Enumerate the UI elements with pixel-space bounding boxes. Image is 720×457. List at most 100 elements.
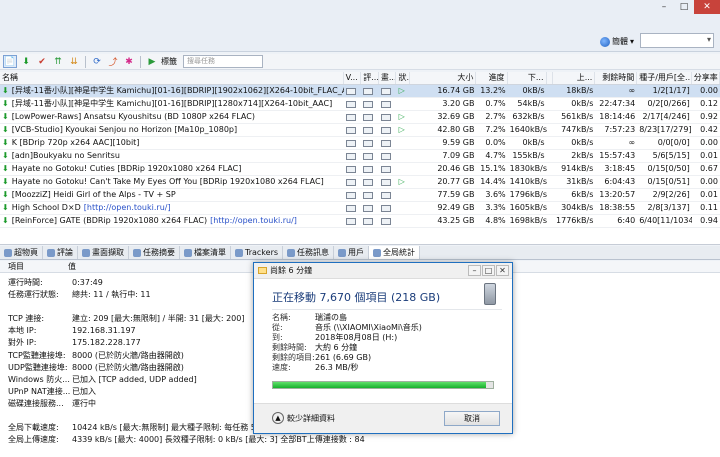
title-bar: – □ ✕ 簡體 ▾ xyxy=(0,0,720,52)
column-header-eta[interactable]: 剩餘時間 xyxy=(595,72,638,84)
add-task-icon[interactable]: 📄 xyxy=(3,55,17,68)
play-icon[interactable]: ▷ xyxy=(399,125,405,134)
size-cell: 42.80 GB xyxy=(437,125,475,134)
stat-value: 10424 kB/s [最大:無限制] 最大種子限制: 每任務 50 xyxy=(72,423,261,432)
keyboard-icon xyxy=(345,153,356,160)
table-row[interactable]: ⬇ K [BDrip 720p x264 AAC][10bit] 9.59 GB 0.… xyxy=(0,137,720,150)
detail-tabs: 超物頁 評論 畫面擷取 任務摘要 檔案清單 Trackers 任務訊息 用戶 全局統計 xyxy=(0,246,720,260)
maximize-button[interactable]: □ xyxy=(674,0,694,14)
table-row[interactable]: ⬇ [MoozziZ] Heidi Girl of the Alps - TV +… xyxy=(0,189,720,202)
less-details-toggle[interactable]: ▲ 較少詳細資料 xyxy=(272,412,335,424)
task-name-cell: ⬇ [ReinForce] GATE (BDRip 1920x1080 x264 … xyxy=(0,215,344,227)
tag-button[interactable]: 標籤 xyxy=(161,56,177,67)
close-button[interactable]: ✕ xyxy=(694,0,720,14)
ratio-cell: 0.11 xyxy=(700,203,718,212)
table-row[interactable]: ⬇ High School D×D [http://open.touki.ru/] 9… xyxy=(0,202,720,215)
tab-file[interactable]: 檔案清單 xyxy=(180,246,231,259)
table-row[interactable]: ⬇ [LowPower-Raws] Ansatsu Kyoushitsu (BD … xyxy=(0,111,720,124)
tracker-link[interactable]: [http://open.touki.ru/] xyxy=(84,202,171,214)
size-cell: 43.25 GB xyxy=(437,216,475,225)
rating-cell xyxy=(361,176,379,188)
progress-cell: 0.0% xyxy=(485,138,506,147)
task-name-cell: ⬇ K [BDrip 720p x264 AAC][10bit] xyxy=(0,137,344,149)
column-header-v[interactable]: V... xyxy=(344,72,362,84)
dialog-field-key: 從: xyxy=(272,323,283,332)
tab-stats[interactable]: 全局統計 xyxy=(369,246,421,259)
column-header-upload[interactable]: 上... xyxy=(553,72,596,84)
play-icon[interactable]: ▷ xyxy=(399,112,405,121)
task-name-cell: ⬇ High School D×D [http://open.touki.ru/] xyxy=(0,202,344,214)
table-row[interactable]: ⬇ [异域-11番小队][神是中学生 Kamichu][01-16][BDRIP]… xyxy=(0,85,720,98)
keyboard-icon xyxy=(345,127,356,134)
tab-log[interactable]: 任務訊息 xyxy=(283,246,335,259)
eta-cell: 18:14:46 xyxy=(599,112,636,121)
stat-key: 全局下載速度: xyxy=(8,423,59,432)
download-speed-cell: 0kB/s xyxy=(522,86,545,95)
column-header-rating[interactable]: 評... xyxy=(361,72,379,84)
rating-icon xyxy=(363,205,374,212)
table-row[interactable]: ⬇ Hayate no Gotoku! Can't Take My Eyes Of… xyxy=(0,176,720,189)
tab-comment[interactable]: 評論 xyxy=(43,246,78,259)
stat-value: 8000 (已於防火牆/路由器開啟) xyxy=(72,351,184,360)
tab-user[interactable]: 用戶 xyxy=(334,246,370,259)
check-icon[interactable]: ✔ xyxy=(35,55,49,68)
language-selector[interactable]: 簡體 ▾ xyxy=(599,36,634,47)
tracker-icon xyxy=(235,248,243,257)
rating-icon xyxy=(363,192,374,199)
dialog-heading: 正在移動 7,670 個項目 (218 GB) xyxy=(272,291,441,304)
table-row[interactable]: ⬇ [ReinForce] GATE (BDRip 1920x1080 x264 … xyxy=(0,215,720,228)
stats-row: UDP監聽連接埠: 8000 (已於防火牆/路由器開啟) xyxy=(8,362,184,373)
table-row[interactable]: ⬇ Hayate no Gotoku! Cuties [BDRip 1920x10… xyxy=(0,163,720,176)
device-icon xyxy=(484,283,496,305)
minimize-button[interactable]: – xyxy=(654,0,674,14)
tab-list[interactable]: 任務摘要 xyxy=(129,246,180,259)
priority-icon[interactable]: ✱ xyxy=(122,55,136,68)
task-name: Hayate no Gotoku! Cuties [BDRip 1920x108… xyxy=(11,164,242,173)
comment-icon xyxy=(47,248,55,257)
stats-header-item[interactable]: 項目 xyxy=(0,261,60,272)
move-icon[interactable]: ⤴ xyxy=(106,55,120,68)
tab-image[interactable]: 畫面擷取 xyxy=(78,246,129,259)
peers-cell: 2/17[4/246] xyxy=(642,112,690,121)
play-icon[interactable]: ▷ xyxy=(399,86,405,95)
column-header-peers[interactable]: 種子/用戶[全... xyxy=(637,72,692,84)
column-header-size[interactable]: 大小 xyxy=(410,72,477,84)
vip-cell xyxy=(344,202,362,214)
stats-header-value[interactable]: 值 xyxy=(60,261,76,272)
ratio-cell: 0.01 xyxy=(700,151,718,160)
tab-label: 用戶 xyxy=(348,248,365,257)
dialog-maximize-button[interactable]: □ xyxy=(482,265,495,276)
tag-icon[interactable]: ▶ xyxy=(145,55,159,68)
tab-info[interactable]: 超物頁 xyxy=(0,246,43,259)
column-header-name[interactable]: 名稱 xyxy=(0,72,344,84)
column-header-ratio[interactable]: 分享率 xyxy=(692,72,720,84)
column-header-download[interactable]: 下... xyxy=(508,72,547,84)
down-priority-icon[interactable]: ⇊ xyxy=(67,55,81,68)
column-header-screen[interactable]: 畫... xyxy=(379,72,397,84)
top-search-box[interactable] xyxy=(640,33,714,48)
download-icon[interactable]: ⬇ xyxy=(19,55,33,68)
tracker-link[interactable]: [http://open.touki.ru/] xyxy=(210,215,297,227)
tab-tracker[interactable]: Trackers xyxy=(231,246,284,259)
column-header-status[interactable]: 狀... xyxy=(396,72,411,84)
dialog-close-button[interactable]: ✕ xyxy=(496,265,509,276)
peers-cell: 0/15[0/51] xyxy=(647,177,690,186)
move-progress-bar xyxy=(272,381,494,389)
screen-icon xyxy=(381,140,392,147)
rating-icon xyxy=(363,114,374,121)
cancel-button[interactable]: 取消 xyxy=(444,411,500,426)
up-priority-icon[interactable]: ⇈ xyxy=(51,55,65,68)
refresh-icon[interactable]: ⟳ xyxy=(90,55,104,68)
eta-cell: 22:47:34 xyxy=(599,99,636,108)
column-header-progress[interactable]: 進度 xyxy=(476,72,508,84)
dialog-minimize-button[interactable]: – xyxy=(468,265,481,276)
table-row[interactable]: ⬇ [adn]Boukyaku no Senritsu 7.09 GB 4.7% 155… xyxy=(0,150,720,163)
eta-cell: 6:40 xyxy=(617,216,636,225)
keyboard-icon xyxy=(345,218,356,225)
table-row[interactable]: ⬇ [VCB-Studio] Kyoukai Senjou no Horizon … xyxy=(0,124,720,137)
task-search-input[interactable]: 搜尋任務 xyxy=(183,55,263,68)
stats-row: TCP監聽連接埠: 8000 (已於防火牆/路由器開啟) xyxy=(8,350,184,361)
table-row[interactable]: ⬇ [异域-11番小队][神是中学生 Kamichu][01-16][BDRIP]… xyxy=(0,98,720,111)
play-icon[interactable]: ▷ xyxy=(399,177,405,186)
spacer-cell xyxy=(547,176,554,188)
